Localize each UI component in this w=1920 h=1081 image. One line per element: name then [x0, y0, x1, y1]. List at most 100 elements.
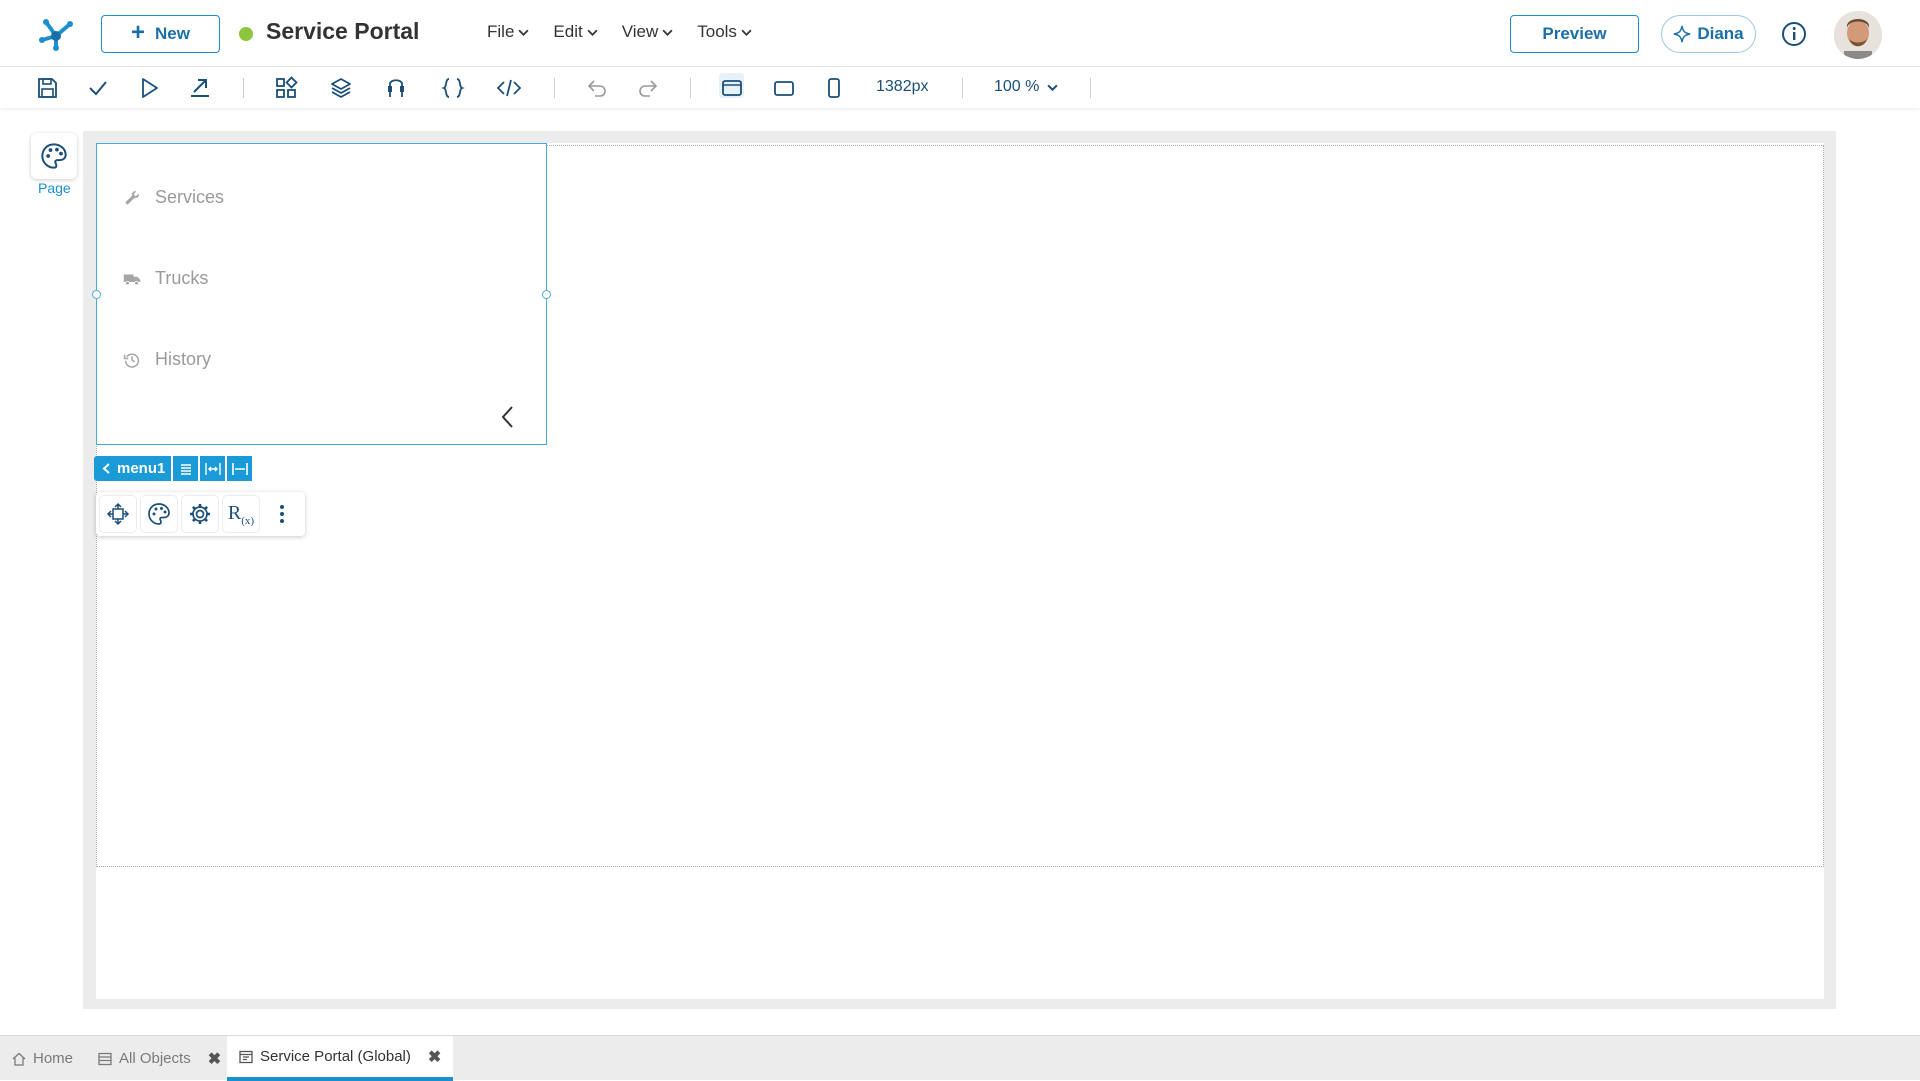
move-icon [106, 502, 130, 526]
tab-label: Home [33, 1050, 74, 1067]
tab-label: All Objects [119, 1050, 191, 1067]
check-icon[interactable] [86, 76, 110, 100]
new-button[interactable]: + New [101, 15, 220, 53]
assistant-label: Diana [1697, 24, 1744, 43]
component-name: menu1 [117, 460, 166, 477]
sparkle-icon [1674, 25, 1691, 43]
tab-home[interactable]: Home [0, 1036, 85, 1081]
settings-button[interactable] [182, 496, 218, 532]
chevron-down-icon [662, 29, 673, 36]
zoom-value: 100 % [994, 78, 1040, 95]
menu-item-label: Trucks [155, 268, 209, 288]
toolbar-divider [554, 78, 555, 98]
palette-icon [41, 143, 67, 169]
mobile-view-icon[interactable] [822, 76, 846, 100]
menu-edit-label: Edit [553, 22, 583, 41]
resize-handle-left[interactable] [92, 290, 101, 299]
component-label-bar: menu1 [94, 456, 253, 481]
page-style-label: Page [38, 180, 71, 196]
move-button[interactable] [100, 496, 136, 532]
full-width-icon [232, 462, 248, 475]
style-button[interactable] [141, 496, 177, 532]
publish-icon[interactable] [188, 76, 212, 100]
full-width-button[interactable] [227, 456, 253, 481]
page-style-button[interactable] [31, 133, 77, 179]
rules-icon: R(x) [227, 501, 255, 527]
zoom-select[interactable]: 100 % [994, 78, 1058, 96]
save-icon[interactable] [35, 76, 59, 100]
bottom-tab-bar: Home All Objects ✖ Service Portal (Globa… [0, 1035, 1920, 1081]
list-layout-button[interactable] [173, 456, 199, 481]
menu-item-label: History [155, 349, 212, 369]
avatar[interactable] [1834, 11, 1882, 59]
more-options-button[interactable] [264, 496, 300, 532]
plus-icon: + [131, 19, 146, 46]
chevron-down-icon [741, 29, 752, 36]
menu-file-label: File [487, 22, 515, 41]
undo-icon[interactable] [585, 76, 609, 100]
user-photo-icon [1834, 11, 1882, 59]
code-icon[interactable] [497, 76, 521, 100]
new-button-label: New [155, 24, 190, 43]
chevron-down-icon [587, 29, 598, 36]
list-icon [180, 463, 191, 475]
menu-component[interactable]: Services Trucks History [92, 143, 551, 445]
menu-file[interactable]: File [487, 22, 529, 42]
toolbar-divider [962, 78, 963, 98]
tablet-view-icon[interactable] [772, 76, 796, 100]
toolbar-divider [1090, 78, 1091, 98]
gear-icon [190, 504, 210, 524]
preview-button[interactable]: Preview [1510, 15, 1639, 53]
menu-tools-label: Tools [697, 22, 737, 41]
info-icon[interactable] [1781, 21, 1807, 47]
toolbar-divider [243, 78, 244, 98]
fit-width-icon [205, 462, 221, 475]
designer-toolbar: 1382px 100 % [0, 68, 1920, 108]
tab-all-objects[interactable]: All Objects ✖ [86, 1036, 233, 1081]
page-icon [239, 1050, 253, 1063]
component-context-toolbar: R(x) [96, 492, 305, 536]
chevron-left-icon[interactable] [499, 404, 517, 430]
tab-label: Service Portal (Global) [260, 1048, 411, 1065]
layers-icon[interactable] [329, 76, 353, 100]
chevron-down-icon [1047, 84, 1058, 91]
chevron-down-icon [518, 29, 529, 36]
components-icon[interactable] [274, 76, 298, 100]
main-menu: File Edit View Tools [487, 22, 752, 42]
redo-icon[interactable] [636, 76, 660, 100]
status-indicator [239, 27, 253, 41]
menu-item-label: Services [155, 187, 225, 207]
rules-button[interactable]: R(x) [223, 496, 259, 532]
fit-width-button[interactable] [200, 456, 226, 481]
close-icon[interactable]: ✖ [428, 1047, 441, 1067]
menu-edit[interactable]: Edit [553, 22, 598, 42]
home-icon [12, 1052, 26, 1066]
app-logo-icon[interactable] [36, 14, 76, 54]
play-icon[interactable] [137, 76, 161, 100]
palette-icon [148, 503, 170, 525]
app-title: Service Portal [266, 18, 420, 44]
menu-tools[interactable]: Tools [697, 22, 752, 42]
truck-icon [123, 274, 141, 285]
canvas-width-value[interactable]: 1382px [876, 78, 929, 96]
table-icon [98, 1052, 112, 1065]
menu-item-trucks[interactable]: Trucks [123, 268, 208, 289]
app-header: + New Service Portal File Edit View Tool… [0, 0, 1920, 67]
toolbar-divider [690, 78, 691, 98]
close-icon[interactable]: ✖ [208, 1049, 221, 1069]
flow-icon[interactable] [384, 76, 408, 100]
assistant-button[interactable]: Diana [1661, 15, 1756, 53]
wrench-icon [125, 190, 139, 205]
chevron-left-icon [102, 463, 110, 474]
more-vertical-icon [280, 505, 284, 523]
component-name-badge[interactable]: menu1 [94, 456, 172, 481]
history-icon [123, 353, 140, 368]
braces-icon[interactable] [441, 76, 465, 100]
menu-view[interactable]: View [622, 22, 674, 42]
menu-item-services[interactable]: Services [123, 187, 224, 208]
resize-handle-right[interactable] [542, 290, 551, 299]
tab-service-portal[interactable]: Service Portal (Global) ✖ [227, 1036, 454, 1081]
menu-item-history[interactable]: History [123, 349, 211, 370]
menu-view-label: View [621, 22, 659, 41]
desktop-view-icon[interactable] [720, 76, 744, 100]
